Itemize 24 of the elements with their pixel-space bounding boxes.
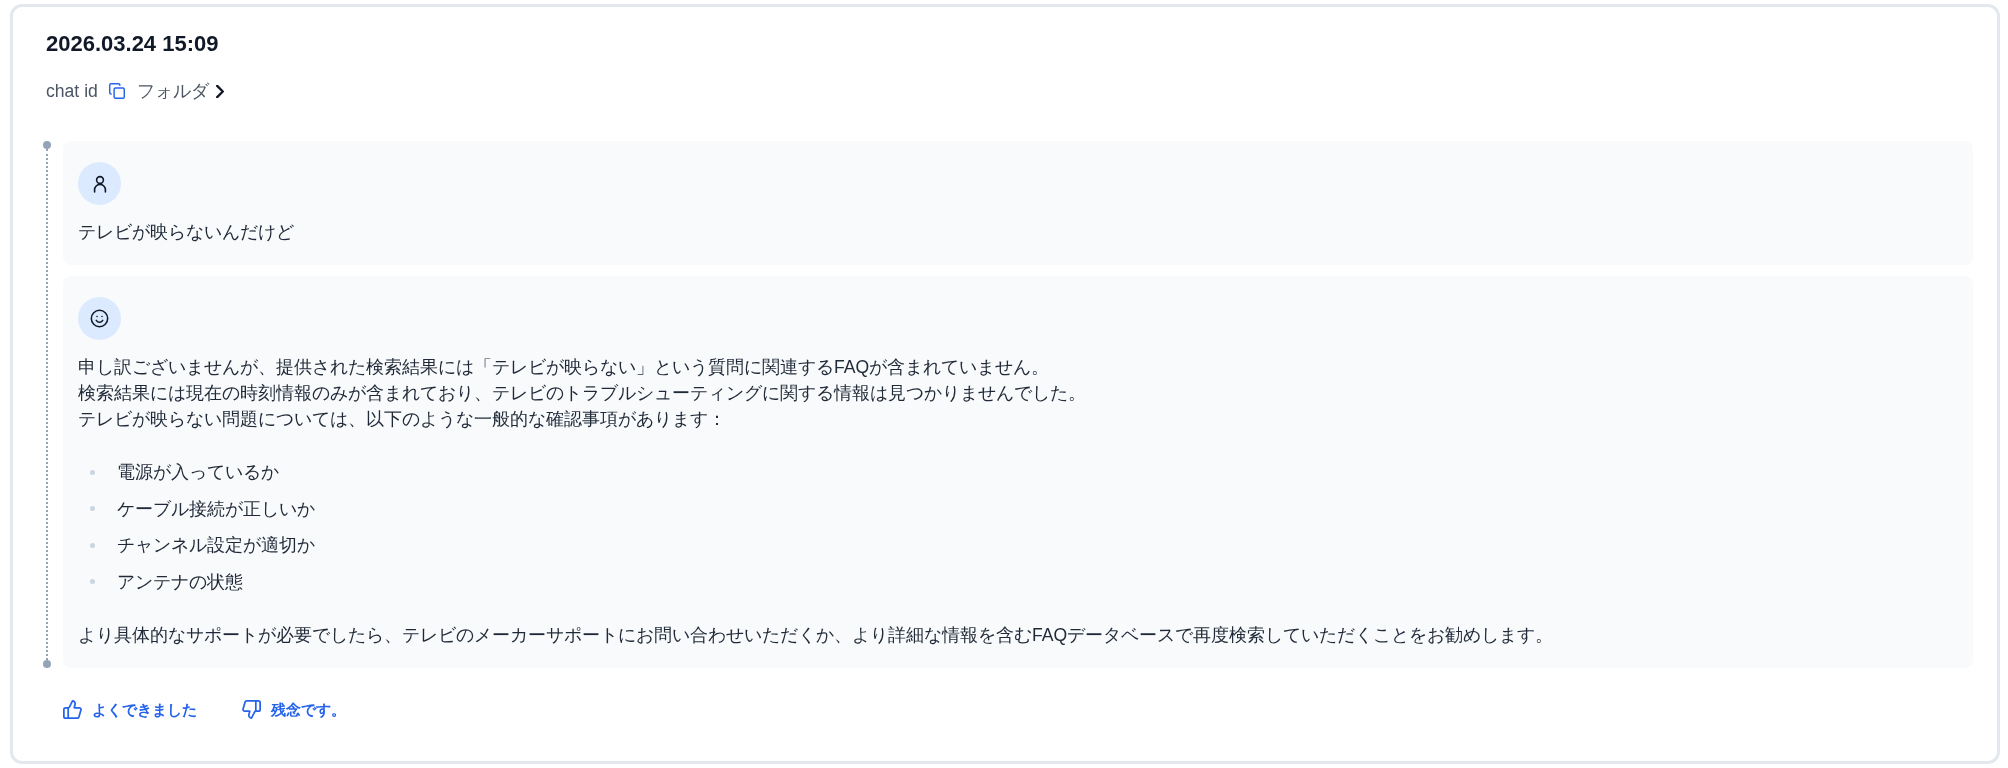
thumbs-up-icon: [63, 700, 82, 719]
timestamp: 2026.03.24 15:09: [45, 30, 219, 58]
list-item-text: ケーブル接続が正しいか: [117, 497, 315, 521]
message-text: 検索結果には現在の時刻情報のみが含まれており、テレビのトラブルシューティングに関する情報は見つかりませんでした。: [78, 382, 1086, 405]
list-item-text: アンテナの状態: [117, 570, 243, 594]
dislike-button[interactable]: 残念です。: [242, 697, 346, 722]
folder-link[interactable]: フォルダ: [136, 78, 224, 104]
message-text: テレビが映らない問題については、以下のような一般的な確認事項があります：: [78, 408, 726, 431]
like-button[interactable]: よくできました: [63, 697, 197, 722]
copy-icon[interactable]: [108, 83, 125, 99]
bullet-icon: [90, 542, 95, 548]
bullet-icon: [90, 506, 95, 511]
message-text: テレビが映らないんだけど: [78, 221, 294, 244]
list-item-text: チャンネル設定が適切か: [117, 534, 315, 557]
chat-id-label: chat id: [46, 80, 98, 103]
thumbs-down-icon: [242, 700, 261, 719]
person-icon: [78, 162, 121, 205]
smiley-icon: [78, 297, 121, 340]
message-text: 申し訳ございませんが、提供された検索結果には「テレビが映らない」という質問に関連するFAQが含まれていません。: [78, 356, 1050, 379]
list-item-text: 電源が入っているか: [117, 461, 279, 484]
message-text: より具体的なサポートが必要でしたら、テレビのメーカーサポートにお問い合わせいただくか、より詳細な情報を含むFAQデータベースで再度検索していただくことをお勧めします。: [78, 623, 1554, 647]
bullet-icon: [90, 469, 95, 475]
bullet-icon: [90, 579, 95, 584]
chevron-right-icon: [215, 84, 224, 98]
